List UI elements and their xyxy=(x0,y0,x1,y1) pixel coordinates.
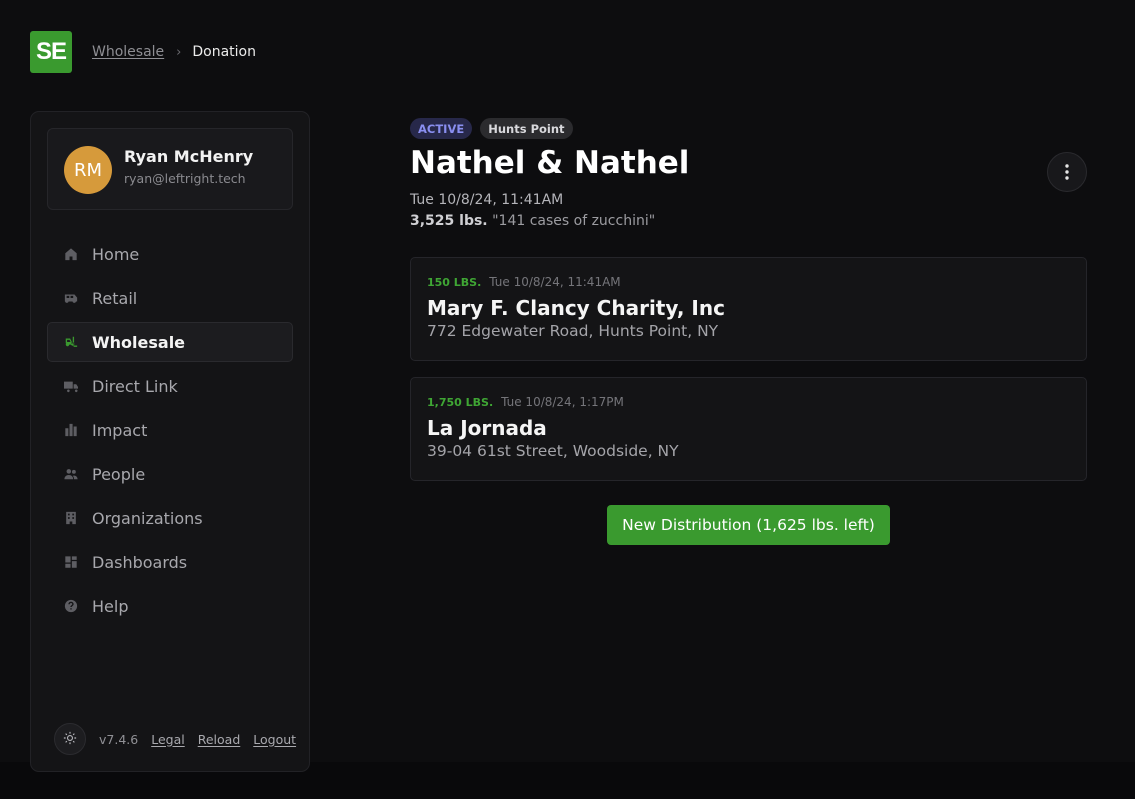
distribution-date: Tue 10/8/24, 11:41AM xyxy=(489,275,621,289)
truck-icon xyxy=(63,378,79,394)
sidebar-item-label: People xyxy=(92,464,146,484)
distribution-card[interactable]: 150 LBS. Tue 10/8/24, 11:41AM Mary F. Cl… xyxy=(410,257,1087,361)
distribution-date: Tue 10/8/24, 1:17PM xyxy=(501,395,624,409)
sidebar-item-direct-link[interactable]: Direct Link xyxy=(47,366,293,406)
avatar: RM xyxy=(64,146,112,194)
sidebar-item-organizations[interactable]: Organizations xyxy=(47,498,293,538)
help-icon xyxy=(63,598,79,614)
legal-link[interactable]: Legal xyxy=(151,732,185,747)
sidebar-item-label: Home xyxy=(92,244,140,264)
sidebar-item-help[interactable]: Help xyxy=(47,586,293,626)
donation-date: Tue 10/8/24, 11:41AM xyxy=(410,192,564,208)
sidebar-item-home[interactable]: Home xyxy=(47,234,293,274)
sidebar-item-label: Dashboards xyxy=(92,552,188,572)
app-version: v7.4.6 xyxy=(99,731,139,747)
building-icon xyxy=(63,510,79,526)
new-distribution-button[interactable]: New Distribution (1,625 lbs. left) xyxy=(607,505,890,545)
breadcrumb-separator: › xyxy=(176,44,182,60)
distribution-weight: 150 LBS. xyxy=(427,276,482,289)
sidebar-item-wholesale[interactable]: Wholesale xyxy=(47,322,293,362)
van-icon xyxy=(63,290,79,306)
distribution-weight: 1,750 LBS. xyxy=(427,396,494,409)
more-options-button[interactable] xyxy=(1047,152,1087,192)
distribution-recipient: Mary F. Clancy Charity, Inc xyxy=(427,296,725,320)
home-icon xyxy=(63,246,79,262)
sidebar-item-impact[interactable]: Impact xyxy=(47,410,293,450)
donation-description: "141 cases of zucchini" xyxy=(492,213,656,229)
sidebar-item-label: Help xyxy=(92,596,129,616)
sidebar-item-people[interactable]: People xyxy=(47,454,293,494)
distribution-address: 39-04 61st Street, Woodside, NY xyxy=(427,442,679,460)
sidebar-item-label: Direct Link xyxy=(92,376,178,396)
breadcrumb-link-wholesale[interactable]: Wholesale xyxy=(92,44,164,60)
location-badge: Hunts Point xyxy=(480,118,573,139)
distribution-recipient: La Jornada xyxy=(427,416,547,440)
sidebar: RM Ryan McHenry ryan@leftright.tech Home… xyxy=(30,111,310,772)
distribution-meta: 150 LBS. Tue 10/8/24, 11:41AM xyxy=(427,275,621,289)
sidebar-item-label: Retail xyxy=(92,288,138,308)
status-badge: ACTIVE xyxy=(410,118,473,139)
bar-chart-icon xyxy=(63,422,79,438)
dashboard-icon xyxy=(63,554,79,570)
sidebar-item-label: Organizations xyxy=(92,508,203,528)
user-name: Ryan McHenry xyxy=(124,147,254,166)
reload-link[interactable]: Reload xyxy=(198,732,241,747)
breadcrumb-current: Donation xyxy=(192,44,256,60)
sidebar-item-label: Wholesale xyxy=(92,332,186,352)
sidebar-nav: Home Retail Wholesale Direct Link Impact xyxy=(47,234,293,630)
forklift-icon xyxy=(63,334,79,350)
user-email: ryan@leftright.tech xyxy=(124,171,246,186)
breadcrumb: Wholesale › Donation xyxy=(92,43,256,61)
sidebar-item-retail[interactable]: Retail xyxy=(47,278,293,318)
sidebar-footer: v7.4.6 Legal Reload Logout xyxy=(54,723,296,755)
user-card[interactable]: RM Ryan McHenry ryan@leftright.tech xyxy=(47,128,293,210)
sidebar-item-label: Impact xyxy=(92,420,148,440)
logout-link[interactable]: Logout xyxy=(253,732,296,747)
donation-summary: 3,525 lbs. "141 cases of zucchini" xyxy=(410,213,655,229)
distribution-meta: 1,750 LBS. Tue 10/8/24, 1:17PM xyxy=(427,395,624,409)
distribution-card[interactable]: 1,750 LBS. Tue 10/8/24, 1:17PM La Jornad… xyxy=(410,377,1087,481)
page-title: Nathel & Nathel xyxy=(410,145,690,181)
more-vertical-icon xyxy=(1065,164,1069,180)
donation-badges: ACTIVE Hunts Point xyxy=(410,118,573,139)
sidebar-item-dashboards[interactable]: Dashboards xyxy=(47,542,293,582)
distribution-address: 772 Edgewater Road, Hunts Point, NY xyxy=(427,322,719,340)
people-icon xyxy=(63,466,79,482)
sun-icon xyxy=(63,730,77,749)
theme-toggle-button[interactable] xyxy=(54,723,86,755)
donation-weight: 3,525 lbs. xyxy=(410,213,488,229)
app-logo[interactable]: SE xyxy=(30,31,72,73)
